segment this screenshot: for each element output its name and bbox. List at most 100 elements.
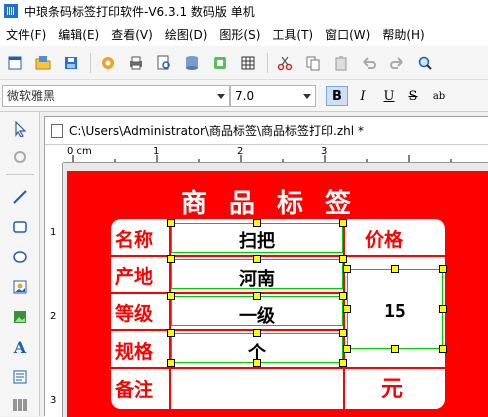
resize-handle[interactable] [167, 329, 175, 337]
resize-handle[interactable] [167, 359, 175, 367]
ruler-tick-label: 1 [153, 146, 160, 157]
field-name-label[interactable]: 名称 [115, 225, 153, 252]
resize-handle[interactable] [339, 255, 347, 263]
save-icon[interactable] [60, 52, 82, 74]
resize-handle[interactable] [339, 359, 347, 367]
picture-tool-icon[interactable] [9, 306, 31, 328]
letter-spacing-button[interactable]: ab [428, 86, 450, 106]
field-spec-label[interactable]: 规格 [115, 337, 153, 364]
resize-handle[interactable] [339, 292, 347, 300]
menu-window[interactable]: 窗口(W) [319, 26, 376, 43]
ruler-tick-label: 3 [50, 395, 57, 406]
resize-handle[interactable] [391, 345, 399, 353]
document-title: C:\Users\Administrator\商品标签\商品标签打印.zhl * [69, 124, 364, 138]
toolbox-divider [6, 174, 34, 175]
font-toolbar: 微软雅黑 7.0 B I U S ab [0, 80, 488, 112]
resize-handle[interactable] [343, 265, 351, 273]
ruler-tick-label: 2 [50, 311, 57, 322]
font-size-value: 7.0 [235, 89, 255, 103]
main-toolbar [0, 46, 488, 80]
ruler-unit-label: 0 cm [67, 146, 92, 157]
app-icon [4, 4, 18, 18]
menu-tools[interactable]: 工具(T) [266, 26, 319, 43]
field-grade-label[interactable]: 等级 [115, 299, 153, 326]
resize-handle[interactable] [439, 305, 447, 313]
new-icon[interactable] [4, 52, 26, 74]
font-family-value: 微软雅黑 [7, 89, 56, 103]
resize-handle[interactable] [439, 345, 447, 353]
bold-button[interactable]: B [326, 86, 348, 106]
image-tool-icon[interactable] [9, 276, 31, 298]
resize-handle[interactable] [339, 219, 347, 227]
grid-icon[interactable] [237, 52, 259, 74]
zoom-icon[interactable] [414, 52, 436, 74]
print-preview-icon[interactable] [153, 52, 175, 74]
italic-button[interactable]: I [352, 86, 374, 106]
resize-handle[interactable] [167, 219, 175, 227]
document-tab[interactable]: C:\Users\Administrator\商品标签\商品标签打印.zhl * [45, 117, 488, 145]
copy-icon[interactable] [302, 52, 324, 74]
resize-handle[interactable] [439, 265, 447, 273]
window-title: 中琅条码标签打印软件-V6.3.1 数码版 单机 [24, 4, 255, 19]
menu-view[interactable]: 查看(V) [105, 26, 159, 43]
database-icon[interactable] [181, 52, 203, 74]
ellipse-tool-icon[interactable] [9, 246, 31, 268]
document-icon [51, 123, 63, 138]
currency-label[interactable]: 元 [381, 371, 403, 403]
chevron-down-icon [303, 94, 311, 99]
cut-icon[interactable] [274, 52, 296, 74]
table-divider [111, 292, 343, 294]
chevron-down-icon [217, 94, 225, 99]
menu-file[interactable]: 文件(F) [0, 26, 52, 43]
menu-help[interactable]: 帮助(H) [376, 26, 430, 43]
menu-draw[interactable]: 绘图(D) [159, 26, 214, 43]
barcode-tool-icon[interactable] [9, 394, 31, 416]
settings-icon[interactable] [97, 52, 119, 74]
resize-handle[interactable] [167, 292, 175, 300]
left-toolbox: A [0, 112, 40, 416]
table-divider [111, 367, 445, 369]
resize-handle[interactable] [167, 255, 175, 263]
resize-handle[interactable] [253, 255, 261, 263]
rich-text-tool-icon[interactable] [9, 366, 31, 388]
rectangle-tool-icon[interactable] [9, 216, 31, 238]
redo-icon[interactable] [386, 52, 408, 74]
label-title[interactable]: 商品标签 [127, 183, 427, 220]
print-icon[interactable] [125, 52, 147, 74]
resize-handle[interactable] [391, 265, 399, 273]
font-size-select[interactable]: 7.0 [230, 85, 316, 107]
line-tool-icon[interactable] [9, 186, 31, 208]
toolbar-divider [267, 52, 268, 73]
menu-shape[interactable]: 图形(S) [213, 26, 266, 43]
paste-icon[interactable] [330, 52, 352, 74]
resize-handle[interactable] [343, 345, 351, 353]
selection-outline [171, 223, 343, 253]
horizontal-ruler: 0 cm 1 2 3 [63, 145, 488, 163]
undo-icon[interactable] [358, 52, 380, 74]
underline-button[interactable]: U [378, 86, 400, 106]
text-tool-icon[interactable]: A [9, 336, 31, 358]
resize-handle[interactable] [339, 329, 347, 337]
table-divider [111, 255, 343, 257]
resize-handle[interactable] [253, 292, 261, 300]
font-family-select[interactable]: 微软雅黑 [2, 85, 230, 107]
resize-handle[interactable] [343, 305, 351, 313]
pointer-icon[interactable] [9, 118, 31, 140]
menu-edit[interactable]: 编辑(E) [52, 26, 105, 43]
field-origin-label[interactable]: 产地 [115, 262, 153, 289]
ruler-tick-label: 2 [237, 146, 244, 157]
data-source-icon[interactable] [209, 52, 231, 74]
ruler-tick-label: 3 [321, 146, 328, 157]
resize-handle[interactable] [253, 329, 261, 337]
price-label[interactable]: 价格 [365, 225, 403, 252]
open-icon[interactable] [32, 52, 54, 74]
table-divider [343, 255, 445, 257]
resize-handle[interactable] [253, 219, 261, 227]
strikethrough-button[interactable]: S [402, 86, 424, 106]
design-canvas[interactable]: 商品标签 名称 产地 等级 规格 备注 扫把 河南 一级 个 价格 15 元 [63, 163, 488, 417]
label-background[interactable]: 商品标签 名称 产地 等级 规格 备注 扫把 河南 一级 个 价格 15 元 [67, 171, 488, 417]
field-remark-label[interactable]: 备注 [115, 375, 153, 402]
resize-handle[interactable] [253, 359, 261, 367]
rotate-icon[interactable] [9, 146, 31, 168]
title-bar: 中琅条码标签打印软件-V6.3.1 数码版 单机 [0, 0, 488, 22]
